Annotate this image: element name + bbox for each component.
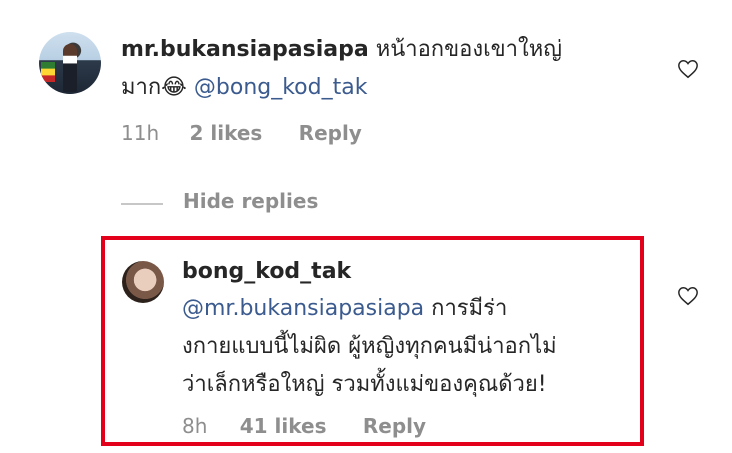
- reply-reply-button[interactable]: Reply: [363, 414, 426, 438]
- flag-graphic: [41, 62, 55, 82]
- reply-avatar[interactable]: [122, 261, 164, 303]
- reply-text: การมีร่า: [424, 296, 508, 321]
- comment-text-line2: มาก😂 @bong_kod_tak: [121, 68, 367, 108]
- reply-mention-link[interactable]: @mr.bukansiapasiapa: [182, 296, 424, 321]
- reply-time[interactable]: 8h: [182, 414, 207, 438]
- reply-text-line1: @mr.bukansiapasiapa การมีร่า: [182, 289, 507, 329]
- comment-text-line1: mr.bukansiapasiapa หน้าอกของเขาใหญ่: [121, 30, 562, 70]
- person-graphic: [63, 44, 77, 92]
- comment-text-continued: มาก😂: [121, 75, 187, 100]
- reply-username-row: bong_kod_tak: [182, 252, 351, 292]
- comment-text: หน้าอกของเขาใหญ่: [375, 37, 563, 62]
- reply-meta: 8h 41 likes Reply: [182, 414, 426, 438]
- hide-replies-divider: [121, 203, 163, 205]
- reply-likes[interactable]: 41 likes: [240, 414, 327, 438]
- comment-reply-button[interactable]: Reply: [299, 121, 362, 145]
- reply-username[interactable]: bong_kod_tak: [182, 259, 351, 284]
- hide-replies-button[interactable]: Hide replies: [183, 189, 318, 213]
- comment-meta: 11h 2 likes Reply: [121, 121, 362, 145]
- heart-outline-icon[interactable]: [677, 285, 699, 307]
- commenter-avatar[interactable]: [39, 32, 101, 94]
- reply-text-line3: ว่าเล็กหรือใหญ่ รวมทั้งแม่ของคุณด้วย!: [182, 372, 547, 397]
- comment-username[interactable]: mr.bukansiapasiapa: [121, 37, 369, 62]
- heart-outline-icon[interactable]: [677, 58, 699, 80]
- comment-time[interactable]: 11h: [121, 121, 159, 145]
- comment-likes[interactable]: 2 likes: [189, 121, 262, 145]
- reply-text-line2: งกายแบบนี้ไม่ผิด ผู้หญิงทุกคนมีน่าอกไม่: [182, 334, 557, 359]
- comment-mention-link[interactable]: @bong_kod_tak: [194, 75, 368, 100]
